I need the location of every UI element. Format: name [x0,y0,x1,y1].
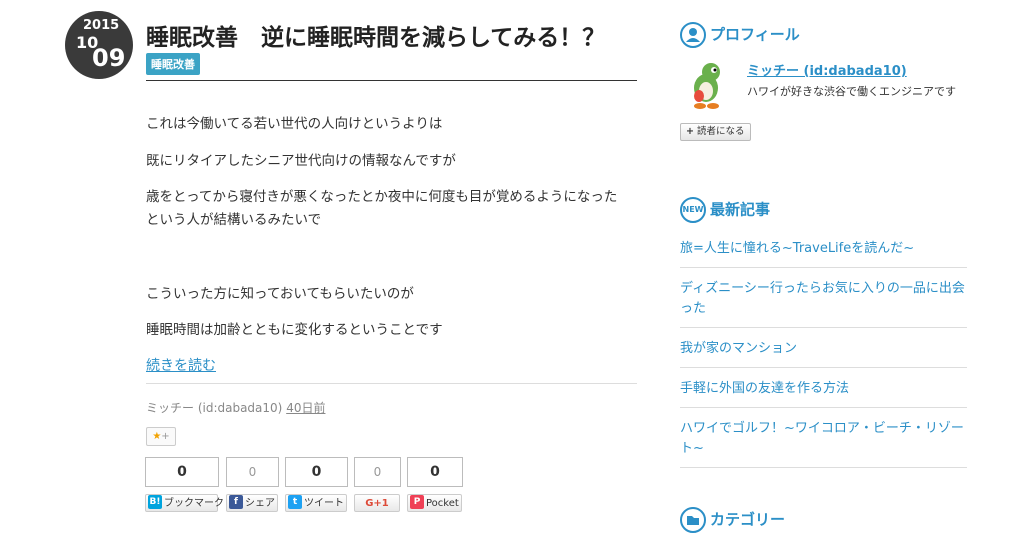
date-day: 09 [92,44,126,72]
user-icon [680,22,706,48]
profile-description: ハワイが好きな渋谷で働くエンジニアです [747,85,956,98]
twitter-icon: t [288,495,302,509]
pocket-button[interactable]: P Pocket [407,494,462,512]
recent-heading: NEW 最新記事 [680,197,770,223]
post-time-link[interactable]: 40日前 [286,401,325,415]
pocket-icon: P [410,495,424,509]
date-badge: 2015 10 09 [65,11,133,79]
subscribe-label: 読者になる [697,126,745,137]
new-icon: NEW [680,197,706,223]
category-heading-text: カテゴリー [710,510,786,529]
body-text: 既にリタイアしたシニア世代向けの情報なんですが [146,153,456,169]
share-label: Pocket [426,498,459,509]
googleplus-count[interactable]: 0 [354,457,401,487]
folder-icon [680,507,706,533]
category-heading: カテゴリー [680,507,785,533]
body-text: 歳をとってから寝付きが悪くなったとか夜中に何度も目が覚めるようになった [146,189,618,205]
bookmark-count[interactable]: 0 [145,457,219,487]
date-year: 2015 [83,18,120,33]
profile-heading-text: プロフィール [710,25,800,44]
star-icon: ★ [152,431,162,442]
author-name[interactable]: ミッチー (id:dabada10) [146,401,282,415]
share-label: シェア [245,498,275,509]
star-plus: + [161,431,170,442]
share-label: ブックマーク [164,498,224,509]
share-label: ツイート [304,498,344,509]
tweet-button[interactable]: t ツイート [285,494,347,512]
facebook-share-button[interactable]: f シェア [226,494,278,512]
twitter-count[interactable]: 0 [285,457,348,487]
recent-heading-text: 最新記事 [710,200,771,219]
googleplus-icon: G+1 [365,498,389,509]
recent-post-link[interactable]: ディズニーシー行ったらお気に入りの一品に出会った [680,276,967,328]
recent-posts-list: 旅=人生に憧れる~TraveLifeを読んだ~ ディズニーシー行ったらお気に入り… [680,236,967,476]
profile-name-link[interactable]: ミッチー (id:dabada10) [747,60,907,79]
recent-post-link[interactable]: 旅=人生に憧れる~TraveLifeを読んだ~ [680,236,967,268]
author-line: ミッチー (id:dabada10) 40日前 [146,399,325,416]
plus-icon: + [686,126,694,137]
body-text: 睡眠時間は加齢とともに変化するということです [146,322,443,338]
read-more-link[interactable]: 続きを読む [146,355,216,375]
recent-post-link[interactable]: 我が家のマンション [680,336,967,368]
googleplus-button[interactable]: G+1 [354,494,400,512]
recent-post-link[interactable]: ハワイでゴルフ！~ワイコロア・ビーチ・リゾート~ [680,416,967,468]
subscribe-button[interactable]: + 読者になる [680,123,751,141]
body-text: これは今働いてる若い世代の人向けというよりは [146,116,443,132]
facebook-icon: f [229,495,243,509]
body-text: こういった方に知っておいてもらいたいのが [146,286,414,302]
add-star-button[interactable]: ★+ [146,427,176,446]
pocket-count[interactable]: 0 [407,457,463,487]
facebook-count[interactable]: 0 [226,457,279,487]
hatena-icon: B! [148,495,162,509]
recent-post-link[interactable]: 手軽に外国の友達を作る方法 [680,376,967,408]
title-divider [146,80,637,81]
body-text: という人が結構いるみたいで [146,212,322,228]
profile-heading: プロフィール [680,22,800,48]
hatena-bookmark-button[interactable]: B! ブックマーク [145,494,224,512]
footer-divider [146,383,637,384]
post-title[interactable]: 睡眠改善 逆に睡眠時間を減らしてみる！？ [146,18,605,52]
avatar[interactable] [681,58,731,110]
category-badge[interactable]: 睡眠改善 [146,53,200,75]
